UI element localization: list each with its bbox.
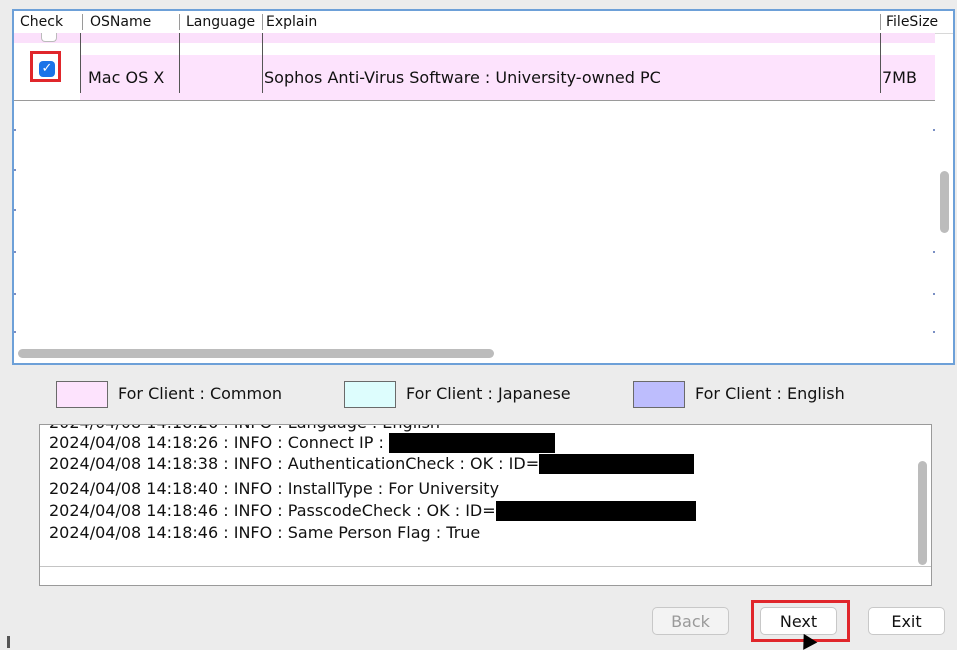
cell-filesize: 7MB	[882, 68, 917, 87]
exit-button[interactable]: Exit	[868, 607, 945, 635]
header-explain[interactable]: Explain	[266, 13, 317, 31]
back-button[interactable]: Back	[652, 607, 729, 635]
column-divider	[80, 33, 81, 93]
table-horizontal-scrollbar[interactable]	[18, 349, 494, 358]
swatch-japanese	[344, 381, 396, 408]
grid-dot	[933, 251, 935, 253]
log-line: 2024/04/08 14:18:46 : INFO : Same Person…	[49, 523, 481, 542]
swatch-english	[633, 381, 685, 408]
header-filesize[interactable]: FileSize	[886, 13, 938, 31]
column-divider	[880, 33, 881, 93]
log-line: 2024/04/08 14:18:26 : INFO : Connect IP …	[49, 433, 555, 453]
grid-dot	[14, 251, 16, 253]
log-bottom-strip	[40, 566, 931, 585]
log-line: 2024/04/08 14:18:38 : INFO : Authenticat…	[49, 454, 695, 474]
table-row-partial	[14, 33, 935, 43]
column-divider	[262, 33, 263, 93]
grid-dot	[14, 129, 16, 131]
cell-osname: Mac OS X	[88, 68, 165, 87]
header-language[interactable]: Language	[186, 13, 255, 31]
grid-dot	[14, 293, 16, 295]
redacted-block	[495, 501, 696, 521]
log-line: 2024/04/08 14:18:40 : INFO : InstallType…	[49, 479, 500, 498]
legend-label-japanese: For Client : Japanese	[406, 384, 571, 403]
header-separator	[880, 14, 881, 30]
install-table[interactable]: Check OSName Language Explain FileSize M…	[12, 9, 955, 365]
table-row[interactable]: Mac OS X Sophos Anti-Virus Software : Un…	[14, 55, 935, 101]
log-line: 2024/04/08 14:18:26 : INFO : Language : …	[49, 425, 440, 433]
header-separator	[82, 14, 83, 30]
table-vertical-scrollbar[interactable]	[940, 171, 949, 233]
redacted-block	[539, 454, 695, 474]
column-divider	[179, 33, 180, 93]
log-output[interactable]: 2024/04/08 14:18:26 : INFO : Language : …	[39, 424, 932, 586]
redacted-block	[388, 433, 555, 453]
grid-dot	[14, 169, 16, 171]
grid-dot	[14, 331, 16, 333]
checkmark-icon: ✓	[41, 61, 53, 76]
header-check[interactable]: Check	[20, 13, 63, 31]
row-checkbox[interactable]: ✓	[39, 61, 55, 77]
header-separator	[262, 14, 263, 30]
log-vertical-scrollbar[interactable]	[918, 461, 927, 565]
grid-dot	[933, 293, 935, 295]
swatch-common	[56, 381, 108, 408]
log-line: 2024/04/08 14:18:46 : INFO : PasscodeChe…	[49, 501, 696, 521]
grid-dot	[933, 331, 935, 333]
window-edge	[7, 636, 10, 648]
header-osname[interactable]: OSName	[90, 13, 151, 31]
partial-checkbox	[41, 33, 57, 42]
cell-explain: Sophos Anti-Virus Software : University-…	[264, 68, 661, 87]
grid-dot	[933, 129, 935, 131]
grid-dot	[14, 209, 16, 211]
legend-label-english: For Client : English	[695, 384, 845, 403]
legend-label-common: For Client : Common	[118, 384, 283, 403]
table-header: Check OSName Language Explain FileSize	[14, 11, 953, 34]
header-separator	[179, 14, 180, 30]
